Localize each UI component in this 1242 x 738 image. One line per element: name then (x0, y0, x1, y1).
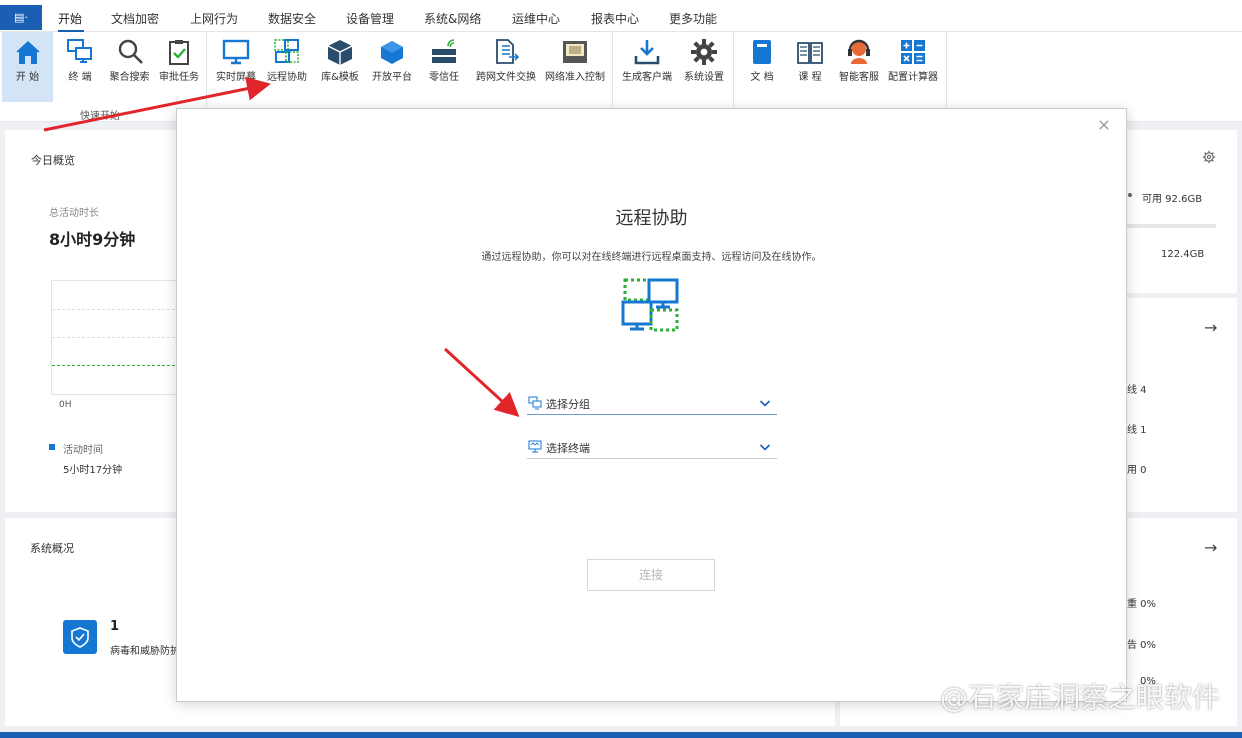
annotation-arrows (43, 76, 520, 418)
annotation-arrow-select (443, 347, 520, 418)
bottom-bar (0, 732, 1242, 738)
annotation-arrow-ribbon (43, 76, 271, 132)
watermark: @石家庄洞察之眼软件 (939, 681, 1220, 714)
